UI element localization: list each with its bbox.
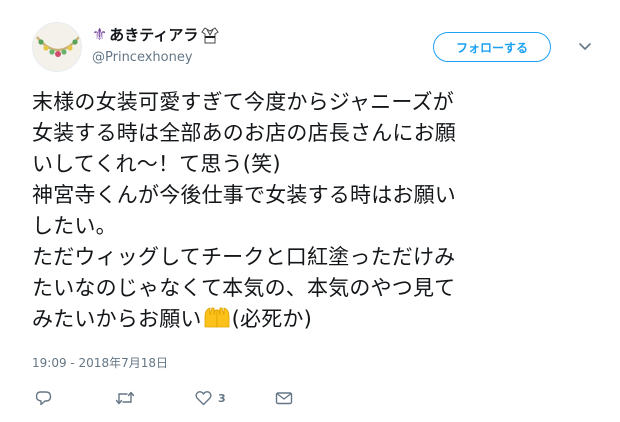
display-name[interactable]: あきティアラ (109, 25, 198, 45)
envelope-icon (275, 392, 293, 405)
user-name-row[interactable]: ⚜ あきティアラ (92, 24, 220, 46)
tweet-line-part: (必死か) (231, 307, 312, 331)
tweet-line: いしてくれ〜！て思う(笑) (32, 152, 281, 176)
tweet-line: したい。 (32, 214, 117, 238)
praising-hands-emoji (202, 305, 232, 338)
tweet-text: 末様の女装可愛すぎて今度からジャニーズが 女装する時は全部あのお店の店長さんにお… (32, 87, 602, 338)
follow-button[interactable]: フォローする (433, 32, 551, 62)
tweet-line: ただウィッグしてチークと口紅塗っただけみ (32, 245, 456, 269)
fleur-de-lis-icon: ⚜ (92, 25, 108, 45)
tweet-line: 末様の女装可愛すぎて今度からジャニーズが (32, 90, 454, 114)
retweet-icon (115, 391, 135, 405)
user-handle[interactable]: @Princexhoney (92, 49, 193, 67)
avatar[interactable] (32, 22, 82, 72)
tweet-line: たいなのじゃなくて本気の、本気のやつ見て (32, 276, 456, 300)
tweet-line: 神宮寺くんが今後仕事で女装する時はお願い (32, 183, 456, 207)
reply-button[interactable] (35, 388, 58, 408)
gi-uniform-icon (201, 26, 220, 44)
like-count: 3 (218, 391, 226, 405)
heart-icon (195, 391, 212, 406)
direct-message-button[interactable] (275, 388, 293, 408)
tweet-line-part: みたいからお願い (32, 307, 202, 331)
like-button[interactable]: 3 (195, 388, 226, 408)
chevron-down-icon[interactable] (577, 38, 593, 54)
reply-icon (35, 391, 52, 406)
tweet-line: 女装する時は全部あのお店の店長さんにお願 (32, 121, 456, 145)
tweet-card: ⚜ あきティアラ @Princexhoney フォローする 末様の女装可愛すぎて… (0, 0, 620, 422)
retweet-button[interactable] (115, 388, 141, 408)
timestamp[interactable]: 19:09 - 2018年7月18日 (32, 355, 168, 371)
action-bar: 3 (32, 388, 312, 408)
tweet-line-last: みたいからお願い (必死か) (32, 304, 602, 338)
